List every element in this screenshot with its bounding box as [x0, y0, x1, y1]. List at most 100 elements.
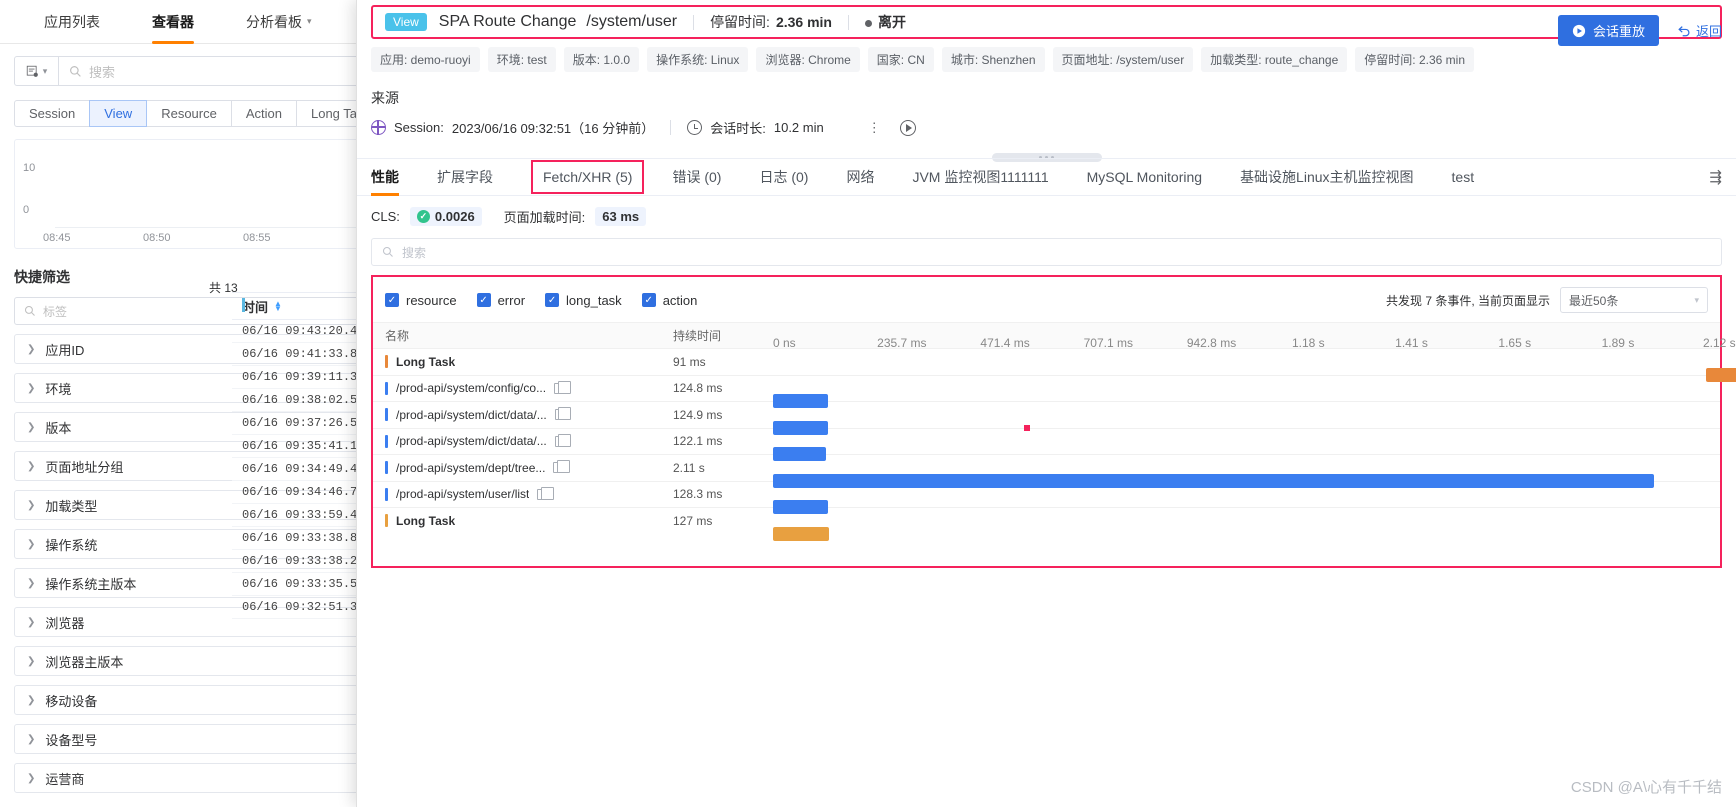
stay-time-value: 2.36 min	[775, 14, 832, 30]
nav-label: 查看器	[152, 13, 194, 30]
checkbox-error[interactable]: ✓ error	[476, 292, 526, 308]
chevron-right-icon: ❯	[27, 499, 36, 511]
list-item[interactable]: 06/16 09:39:11.3	[232, 298, 372, 389]
list-item[interactable]: 06/16 09:32:51.3	[232, 298, 372, 619]
checkbox-long-task[interactable]: ✓ long_task	[545, 293, 622, 308]
tab-overflow-icon[interactable]: ⇶	[1709, 168, 1722, 186]
column-header-time: 时间	[242, 299, 269, 315]
tab-view[interactable]: View	[89, 100, 148, 127]
tab-fetch-xhr[interactable]: Fetch/XHR (5)	[531, 160, 645, 194]
list-item[interactable]: 06/16 09:38:02.5	[232, 298, 372, 412]
list-item[interactable]: 06/16 09:34:49.4	[232, 298, 372, 481]
search-scope-select[interactable]: ▾	[15, 57, 59, 85]
row-duration: 128.3 ms	[673, 487, 723, 502]
waterfall-search-input[interactable]: 搜索	[371, 238, 1722, 266]
chip-page-url[interactable]: 页面地址: /system/user	[1052, 47, 1194, 72]
x-tick: 08:45	[43, 232, 71, 244]
event-time: 06/16 09:35:41.1	[242, 439, 358, 453]
tab-logs[interactable]: 日志 (0)	[759, 158, 808, 196]
session-label: Session:	[394, 120, 444, 135]
checkbox-resource[interactable]: ✓ resource	[385, 293, 457, 308]
tab-mysql-monitoring[interactable]: MySQL Monitoring	[1087, 158, 1202, 196]
axis-tick: 235.7 ms	[877, 335, 927, 350]
copy-icon[interactable]	[554, 433, 572, 447]
table-row[interactable]: Long Task 91 ms	[373, 348, 1736, 382]
event-list: 时间 ▲ ▼ 06/16 09:43:20.4 06/16 09:41:33.8 …	[232, 292, 372, 619]
page-size-select[interactable]: 最近50条 ▾	[1560, 287, 1708, 313]
chip-os[interactable]: 操作系统: Linux	[647, 47, 749, 72]
list-item[interactable]: 06/16 09:41:33.8	[232, 298, 372, 366]
session-duration: 会话时长: 10.2 min	[687, 118, 824, 137]
nav-item-dashboard[interactable]: 分析看板 ▾	[220, 0, 338, 44]
list-item[interactable]: 06/16 09:33:38.2	[232, 298, 372, 573]
tab-errors[interactable]: 错误 (0)	[672, 158, 721, 196]
checkbox-label: long_task	[566, 292, 622, 308]
chip-app[interactable]: 应用: demo-ruoyi	[371, 47, 480, 72]
chip-load-type[interactable]: 加载类型: route_change	[1201, 47, 1348, 72]
event-list-header[interactable]: 时间 ▲ ▼	[232, 292, 372, 320]
divider	[670, 120, 672, 135]
session-info[interactable]: Session: 2023/06/16 09:32:51（16 分钟前）	[371, 118, 654, 137]
axis-tick: 471.4 ms	[980, 335, 1030, 350]
chevron-down-icon: ▾	[1694, 294, 1699, 305]
copy-icon[interactable]	[537, 486, 554, 500]
session-replay-button[interactable]: 会话重放	[1557, 15, 1659, 46]
session-value: 2023/06/16 09:32:51（16 分钟前）	[451, 121, 655, 136]
tab-action[interactable]: Action	[230, 100, 297, 127]
copy-icon[interactable]	[554, 407, 572, 421]
table-row[interactable]: Long Task 127 ms	[373, 507, 1720, 541]
copy-icon[interactable]	[553, 460, 570, 474]
table-row[interactable]: /prod-api/system/dict/data/... 124.9 ms	[373, 401, 1720, 435]
chip-city[interactable]: 城市: Shenzhen	[941, 47, 1045, 72]
tab-resource[interactable]: Resource	[146, 100, 232, 127]
list-item[interactable]: 06/16 09:35:41.1	[232, 298, 372, 458]
tab-performance[interactable]: 性能	[371, 158, 399, 196]
play-circle-outline-icon[interactable]	[899, 119, 916, 136]
tab-network[interactable]: 网络	[846, 158, 874, 196]
list-item[interactable]: 06/16 09:43:20.4	[232, 298, 372, 343]
chip-country[interactable]: 国家: CN	[867, 47, 934, 72]
error-marker-icon[interactable]	[1023, 424, 1030, 431]
list-item[interactable]: 06/16 09:33:35.5	[232, 298, 372, 596]
search-icon	[382, 246, 393, 257]
chevron-right-icon: ❯	[27, 772, 36, 784]
chip-env[interactable]: 环境: test	[487, 47, 556, 72]
nav-item-app-list[interactable]: 应用列表	[18, 0, 126, 44]
checkbox-action[interactable]: ✓ action	[641, 293, 697, 308]
meta-chip-row: 应用: demo-ruoyi 环境: test 版本: 1.0.0 操作系统: …	[357, 39, 1736, 72]
kebab-menu-icon[interactable]: ⋮	[868, 120, 882, 136]
list-item[interactable]: 06/16 09:33:38.8	[232, 298, 372, 550]
tab-extended-fields[interactable]: 扩展字段	[437, 158, 493, 196]
facet-label: 应用ID	[45, 342, 85, 358]
event-time: 06/16 09:41:33.8	[242, 347, 358, 361]
tab-jvm-view[interactable]: JVM 监控视图1111111	[912, 158, 1048, 196]
row-duration: 124.9 ms	[673, 407, 723, 422]
list-item[interactable]: 06/16 09:37:26.5	[232, 298, 372, 435]
search-placeholder: 搜索	[89, 64, 116, 80]
tab-test[interactable]: test	[1452, 158, 1475, 196]
chevron-right-icon: ❯	[27, 733, 36, 745]
list-item[interactable]: 06/16 09:34:46.7	[232, 298, 372, 504]
table-row[interactable]: /prod-api/system/dept/tree... 2.11 s	[373, 454, 1720, 488]
nav-item-viewer[interactable]: 查看器	[126, 0, 220, 44]
cls-value-badge: ✓ 0.0026	[409, 207, 482, 226]
tab-session[interactable]: Session	[14, 100, 91, 127]
chevron-right-icon: ❯	[27, 382, 36, 394]
copy-icon[interactable]	[554, 380, 571, 394]
event-time: 06/16 09:33:38.8	[242, 531, 358, 545]
chip-browser[interactable]: 浏览器: Chrome	[756, 47, 860, 72]
sort-updown-icon[interactable]: ▲ ▼	[274, 300, 282, 313]
facet-label: 加载类型	[45, 498, 98, 514]
chip-stay-time[interactable]: 停留时间: 2.36 min	[1355, 47, 1474, 72]
back-button[interactable]: 返回	[1677, 21, 1722, 40]
list-item[interactable]: 06/16 09:33:59.4	[232, 298, 372, 527]
checkbox-label: error	[497, 292, 526, 308]
check-icon: ✓	[476, 293, 491, 307]
event-count-text: 共发现 7 条事件, 当前页面显示	[1385, 293, 1550, 308]
table-row[interactable]: /prod-api/system/dict/data/... 122.1 ms	[373, 427, 1720, 462]
event-time: 06/16 09:39:11.3	[242, 370, 358, 384]
facet-label: 操作系统主版本	[45, 576, 137, 592]
tab-infra-linux-view[interactable]: 基础设施Linux主机监控视图	[1240, 158, 1413, 196]
table-row[interactable]: /prod-api/system/config/co... 124.8 ms	[373, 374, 1720, 409]
chip-version[interactable]: 版本: 1.0.0	[563, 47, 640, 72]
